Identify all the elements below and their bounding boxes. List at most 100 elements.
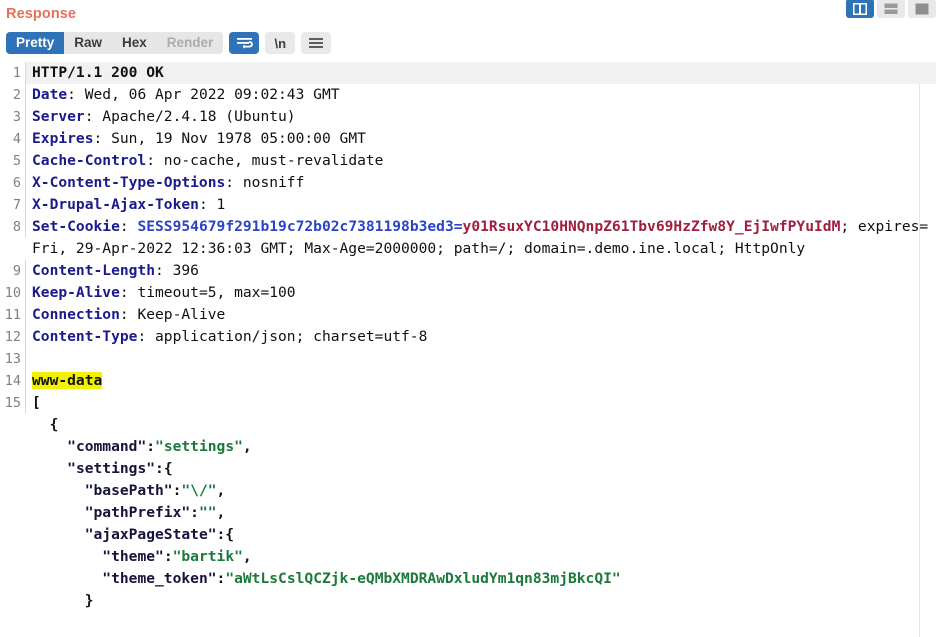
header-row: 5 Cache-Control: no-cache, must-revalidat…	[0, 150, 936, 172]
json-body-row: "ajaxPageState":{	[0, 524, 936, 546]
line-content: Date: Wed, 06 Apr 2022 09:02:43 GMT	[26, 84, 936, 106]
header-separator: :	[119, 218, 138, 235]
tab-raw[interactable]: Raw	[64, 32, 113, 54]
header-row: 7 X-Drupal-Ajax-Token: 1	[0, 194, 936, 216]
header-value: : application/json; charset=utf-8	[137, 328, 428, 345]
tabbed-layout-icon[interactable]	[908, 0, 936, 18]
json-body-row: "command":"settings",	[0, 436, 936, 458]
line-number: 1	[0, 62, 26, 84]
header-name: Connection	[32, 306, 120, 323]
highlighted-match-row: 14 www-data	[0, 370, 936, 392]
header-value: : Keep-Alive	[119, 306, 226, 323]
json-key: "theme"	[102, 548, 164, 565]
page-title: Response	[6, 6, 77, 22]
header-row: 12 Content-Type: application/json; charse…	[0, 326, 936, 348]
header-row: 6 X-Content-Type-Options: nosniff	[0, 172, 936, 194]
header-value: : Apache/2.4.18 (Ubuntu)	[84, 108, 296, 125]
word-wrap-toggle-button[interactable]	[229, 32, 260, 54]
json-key: "ajaxPageState"	[84, 526, 217, 543]
header-row: 2 Date: Wed, 06 Apr 2022 09:02:43 GMT	[0, 84, 936, 106]
line-content: "command":"settings",	[26, 436, 936, 458]
header-row: 4 Expires: Sun, 19 Nov 1978 05:00:00 GMT	[0, 128, 936, 150]
json-string-value: "bartik"	[172, 548, 243, 565]
line-number: 7	[0, 194, 26, 216]
line-content: "ajaxPageState":{	[26, 524, 936, 546]
vertical-split-layout-icon[interactable]	[846, 0, 874, 18]
line-number: 11	[0, 304, 26, 326]
header-row: 11 Connection: Keep-Alive	[0, 304, 936, 326]
line-number: 14	[0, 370, 26, 392]
json-body-row: }	[0, 590, 936, 612]
line-number: 9	[0, 260, 26, 282]
hamburger-icon	[309, 38, 324, 48]
json-punctuation: :	[190, 504, 199, 521]
header-value: : Wed, 06 Apr 2022 09:02:43 GMT	[67, 86, 340, 103]
json-body-row: "theme":"bartik",	[0, 546, 936, 568]
header-value: : nosniff	[225, 174, 305, 191]
line-content: Content-Length: 396	[26, 260, 936, 282]
json-punctuation: :{	[216, 526, 235, 543]
json-punctuation: :{	[155, 460, 173, 477]
tab-pretty[interactable]: Pretty	[6, 32, 65, 54]
line-content: "basePath":"\/",	[26, 480, 936, 502]
header-name: Content-Type	[32, 328, 138, 345]
line-number: 8	[0, 216, 26, 238]
json-body-row: "settings":{	[0, 458, 936, 480]
json-key: "settings"	[67, 460, 156, 477]
json-string-value: "aWtLsCslQCZjk-eQMbXMDRAwDxludYm1qn83mjB…	[225, 570, 621, 587]
response-editor[interactable]: 1 HTTP/1.1 200 OK 2 Date: Wed, 06 Apr 2022 …	[0, 62, 936, 637]
set-cookie-row: 8 Set-Cookie: SESS954679f291b19c72b02c738…	[0, 216, 936, 260]
header-name: X-Content-Type-Options	[32, 174, 226, 191]
hamburger-menu-button[interactable]	[301, 32, 332, 54]
header-row: 10 Keep-Alive: timeout=5, max=100	[0, 282, 936, 304]
json-punctuation: ,	[216, 482, 226, 499]
view-mode-tabs: Pretty Raw Hex Render	[6, 32, 224, 54]
line-content: }	[26, 590, 936, 612]
line-number: 5	[0, 150, 26, 172]
tab-hex[interactable]: Hex	[112, 32, 157, 54]
json-punctuation: }	[84, 592, 94, 609]
line-content: "theme_token":"aWtLsCslQCZjk-eQMbXMDRAwD…	[26, 568, 936, 590]
json-key: "theme_token"	[102, 570, 217, 587]
line-number: 4	[0, 128, 26, 150]
line-number: 2	[0, 84, 26, 106]
header-value: : Sun, 19 Nov 1978 05:00:00 GMT	[93, 130, 366, 147]
line-content: Cache-Control: no-cache, must-revalidate	[26, 150, 936, 172]
horizontal-split-layout-icon[interactable]	[877, 0, 905, 18]
json-body-row: "basePath":"\/",	[0, 480, 936, 502]
search-match-text[interactable]: www-data	[32, 372, 103, 389]
line-content: www-data	[26, 370, 936, 392]
cookie-value: y01RsuxYC10HNQnpZ61Tbv69HzZfw8Y_EjIwfPYu…	[462, 218, 841, 235]
response-code-area[interactable]: 1 HTTP/1.1 200 OK 2 Date: Wed, 06 Apr 2022 …	[0, 62, 936, 612]
blank-row: 13	[0, 348, 936, 370]
tab-render[interactable]: Render	[156, 32, 224, 54]
header-name: X-Drupal-Ajax-Token	[32, 196, 199, 213]
json-string-value: ""	[198, 504, 217, 521]
line-number: 15	[0, 392, 26, 414]
line-number: 6	[0, 172, 26, 194]
line-number: 10	[0, 282, 26, 304]
header-row: 9 Content-Length: 396	[0, 260, 936, 282]
line-content: [	[26, 392, 936, 414]
line-content: Keep-Alive: timeout=5, max=100	[26, 282, 936, 304]
header-name: Server	[32, 108, 85, 125]
line-content: "theme":"bartik",	[26, 546, 936, 568]
show-newlines-button[interactable]: \n	[265, 32, 296, 54]
json-punctuation: ,	[216, 504, 226, 521]
json-punctuation: :	[163, 548, 173, 565]
header-value: : 1	[198, 196, 226, 213]
json-key: "command"	[67, 438, 147, 455]
status-line-text: HTTP/1.1 200 OK	[32, 64, 164, 81]
line-number: 12	[0, 326, 26, 348]
header-value: : no-cache, must-revalidate	[146, 152, 384, 169]
line-content: Expires: Sun, 19 Nov 1978 05:00:00 GMT	[26, 128, 936, 150]
json-string-value: "settings"	[155, 438, 243, 455]
line-content: Connection: Keep-Alive	[26, 304, 936, 326]
json-body-row: {	[0, 414, 936, 436]
